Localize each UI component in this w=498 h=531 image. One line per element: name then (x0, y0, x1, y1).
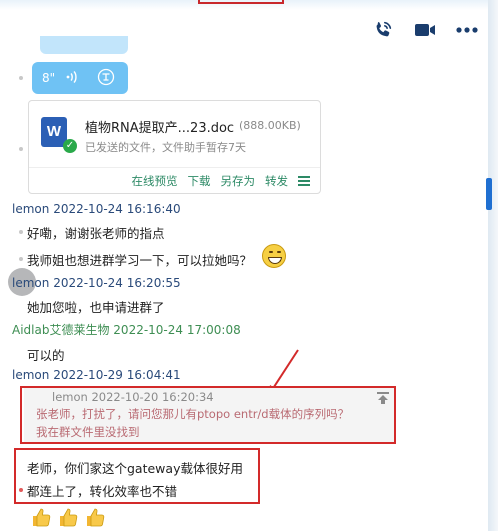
message-text: 我师姐也想进群学习一下，可以拉她吗？ (27, 253, 253, 268)
voice-to-text-icon[interactable] (97, 68, 115, 89)
window-right-edge (488, 0, 498, 531)
voice-duration: 8" (42, 71, 56, 85)
previous-bubble-edge (40, 36, 128, 54)
download-link[interactable]: 下载 (188, 173, 211, 189)
annotation-quote-highlight (20, 386, 396, 444)
thumbs-up-icon (84, 506, 106, 528)
unread-dot (19, 147, 23, 151)
file-card[interactable]: W ✓ 植物RNA提取产...23.doc (888.00KB) 已发送的文件，… (28, 100, 321, 194)
sender-name[interactable]: lemon (12, 202, 49, 216)
message-header: Aidlab艾德莱生物 2022-10-24 17:00:08 (12, 321, 241, 338)
voice-message-bubble[interactable]: 8" (32, 62, 128, 94)
unread-dot (19, 257, 23, 261)
thumbs-up-icon (30, 506, 52, 528)
file-status: 已发送的文件，文件助手暂存7天 (85, 141, 246, 154)
more-icon[interactable] (454, 17, 480, 43)
sound-wave-icon (65, 70, 79, 87)
message-time: 2022-10-29 16:04:41 (53, 368, 181, 382)
message-time: 2022-10-24 16:16:40 (53, 202, 181, 216)
unread-dot (19, 230, 23, 234)
message-header: lemon 2022-10-24 16:20:55 (12, 276, 181, 290)
file-size: (888.00KB) (239, 119, 301, 132)
message-header: lemon 2022-10-29 16:04:41 (12, 368, 181, 382)
sent-check-icon: ✓ (63, 139, 77, 153)
unread-dot (19, 488, 23, 492)
save-as-link[interactable]: 另存为 (221, 173, 256, 189)
message-time: 2022-10-24 17:00:08 (113, 323, 241, 337)
menu-icon[interactable] (298, 175, 310, 186)
phone-icon[interactable] (370, 17, 396, 43)
file-action-bar: 在线预览 下载 另存为 转发 (29, 167, 320, 193)
message-time: 2022-10-24 16:20:55 (53, 276, 181, 290)
sender-name[interactable]: lemon (12, 368, 49, 382)
unread-dot (19, 76, 23, 80)
message-text: 好嘞，谢谢张老师的指点 (27, 226, 165, 241)
message-text: 可以的 (27, 348, 65, 363)
thumbs-up-icon (57, 506, 79, 528)
preview-online-link[interactable]: 在线预览 (132, 173, 178, 189)
scrollbar-thumb[interactable] (486, 178, 492, 210)
message-text: 老师，你们家这个gateway载体很好用 (27, 461, 243, 476)
forward-link[interactable]: 转发 (265, 173, 288, 189)
file-name[interactable]: 植物RNA提取产...23.doc (85, 117, 234, 136)
message-text: 她加您啦，也申请进群了 (27, 300, 165, 315)
message-header: lemon 2022-10-24 16:16:40 (12, 202, 181, 216)
sender-name[interactable]: Aidlab艾德莱生物 (12, 323, 109, 337)
grin-emoji-icon (262, 244, 286, 268)
sender-name[interactable]: lemon (12, 276, 49, 290)
message-text: 都连上了，转化效率也不错 (27, 484, 178, 499)
annotation-top-highlight (198, 0, 284, 4)
video-icon[interactable] (412, 17, 438, 43)
